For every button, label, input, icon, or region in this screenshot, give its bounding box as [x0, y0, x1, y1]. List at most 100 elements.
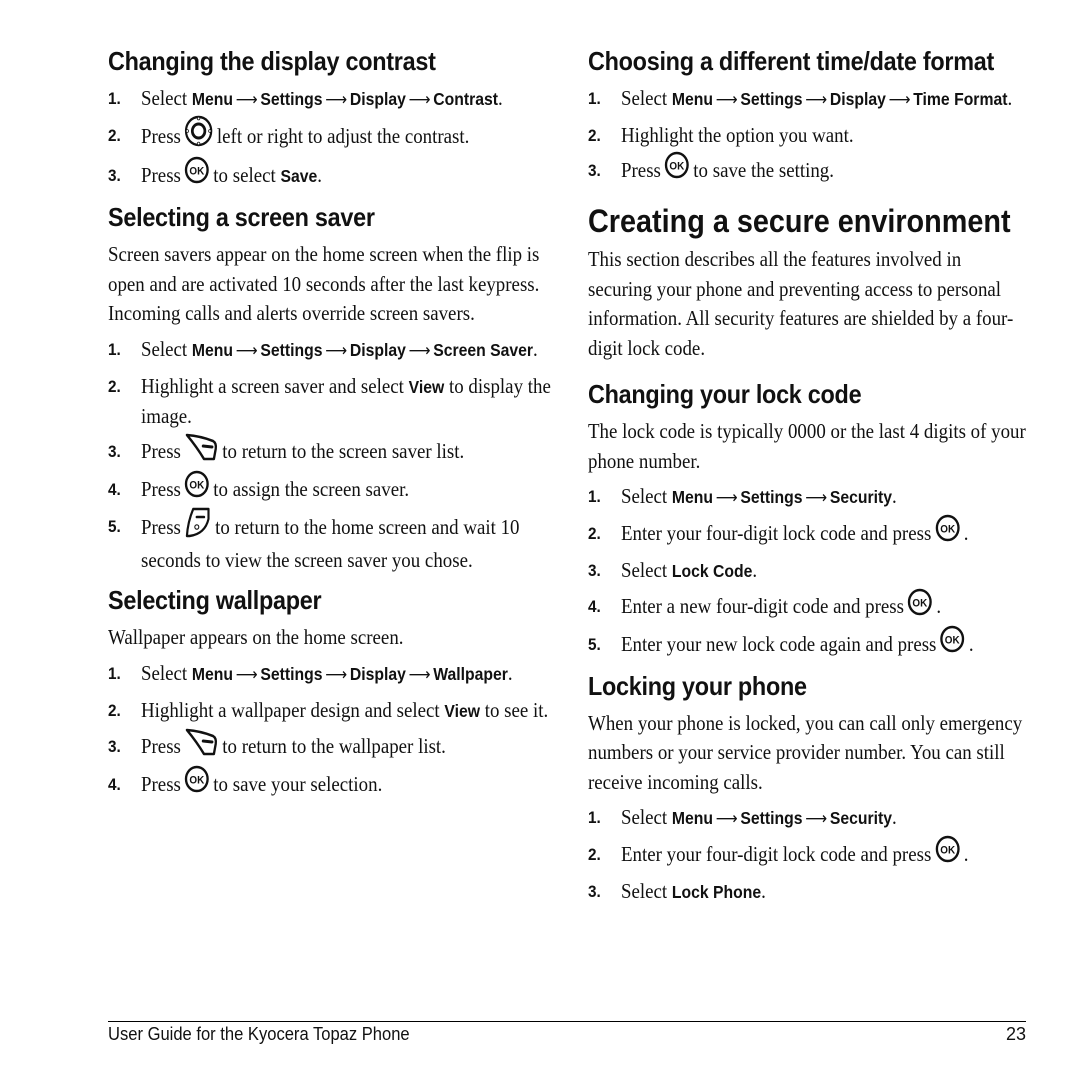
step-number: 3. [108, 166, 121, 185]
ui-label: Lock Phone [671, 882, 762, 903]
step-text-pre: Select [621, 484, 672, 509]
step-text-post: to assign the screen saver. [213, 476, 410, 501]
arrow-icon: ⟶ [715, 809, 738, 830]
step-number: 5. [108, 517, 121, 537]
steps-list: 1. Select Menu ⟶ Settings ⟶ Display ⟶ Contrast.… [108, 84, 558, 192]
step-text-post: to return to the screen saver list. [222, 438, 465, 463]
step-text: Select Lock Phone. [621, 877, 1035, 907]
menu-path-item: Contrast [433, 89, 498, 109]
step-number: 2. [108, 700, 121, 720]
step-number: 3. [588, 882, 601, 902]
step-item: 2. Highlight the option you want. [588, 121, 1038, 150]
step-text: Select Menu ⟶ Settings ⟶ Display ⟶ Wallpaper. [141, 659, 555, 690]
step-text: Enter a new four-digit code and press OK. [621, 588, 1035, 623]
arrow-icon: ⟶ [408, 340, 431, 361]
paragraph-secure-environment: This section describes all the features … [588, 247, 1014, 360]
step-item: 2. Highlight a screen saver and select Vi… [108, 372, 558, 431]
step-text: Press OK to save your selection. [141, 765, 555, 801]
step-text-pre: Select [621, 879, 672, 904]
menu-path-item: Settings [260, 663, 323, 684]
step-text-post: . [752, 558, 758, 583]
steps-list: 1. Select Menu ⟶ Settings ⟶ Security. 2. Enter … [588, 482, 1038, 661]
arrow-icon: ⟶ [805, 809, 828, 830]
menu-path-item: Menu [191, 663, 234, 684]
step-item: 5. Press to return to the home screen and … [108, 507, 558, 575]
step-text-post: to save your selection. [213, 771, 383, 796]
ok-key-icon: OK [935, 514, 960, 550]
step-text-pre: Highlight the option you want. [621, 123, 854, 147]
heading-lock-code: Changing your lock code [588, 379, 862, 410]
step-number: 3. [588, 161, 601, 180]
svg-text:OK: OK [940, 524, 955, 536]
step-item: 3. Press to return to the wallpaper list. [108, 728, 558, 764]
ui-label: Lock Code [671, 561, 753, 582]
step-text: Select Menu ⟶ Settings ⟶ Display ⟶ Screen Save… [141, 335, 555, 366]
step-item: 2. Enter your four-digit lock code and pr… [588, 836, 1038, 871]
step-text-post: to save the setting. [693, 158, 834, 182]
step-text-post: . [1007, 86, 1013, 110]
arrow-icon: ⟶ [235, 664, 258, 685]
ok-key-icon: OK [908, 588, 933, 624]
menu-path-item: Security [829, 808, 893, 829]
arrow-icon: ⟶ [805, 488, 828, 509]
step-item: 5. Enter your new lock code again and pre… [588, 625, 1038, 661]
step-text-pre: Select [141, 86, 192, 110]
step-text-pre: Press [141, 438, 181, 463]
svg-text:OK: OK [190, 775, 205, 787]
step-text-post: . [497, 86, 503, 110]
step-item: 4. Enter a new four-digit code and press O… [588, 588, 1038, 623]
arrow-icon: ⟶ [325, 90, 348, 110]
footer-title: User Guide for the Kyocera Topaz Phone [108, 1024, 410, 1044]
step-text-pre: Select [621, 86, 672, 110]
menu-path-item: Display [349, 89, 406, 109]
step-text-pre: Highlight a screen saver and select [141, 373, 409, 398]
section-wallpaper: Selecting wallpaper Wallpaper appears on… [108, 583, 558, 801]
menu-path-item: Screen Saver [433, 339, 534, 360]
section-screen-saver: Selecting a screen saver Screen savers a… [108, 200, 558, 575]
step-number: 4. [108, 774, 121, 794]
menu-path-item: Menu [191, 339, 234, 360]
step-text-post: . [936, 594, 942, 619]
svg-text:OK: OK [945, 635, 960, 647]
step-text-pre: Press [621, 158, 661, 182]
end-key-icon [185, 506, 212, 546]
step-text-pre: Press [141, 771, 181, 796]
arrow-icon: ⟶ [325, 340, 348, 361]
step-number: 2. [588, 524, 601, 544]
menu-path-item: Settings [740, 89, 803, 109]
step-text-pre: Select [621, 805, 672, 830]
menu-path-item: Display [829, 89, 886, 109]
back-key-icon [185, 726, 219, 764]
step-text-pre: Select [141, 336, 192, 361]
heading-time-format: Choosing a different time/date format [588, 46, 995, 76]
arrow-icon: ⟶ [805, 90, 828, 110]
step-number: 1. [108, 89, 121, 108]
svg-text:OK: OK [190, 166, 205, 178]
menu-path-item: Menu [671, 808, 714, 829]
step-item: 1. Select Menu ⟶ Settings ⟶ Display ⟶ Wallpaper… [108, 659, 558, 690]
step-number: 1. [588, 487, 601, 507]
step-item: 3. Press OK to save the setting. [588, 151, 1038, 187]
step-item: 4. Press OK to assign the screen saver. [108, 470, 558, 506]
steps-list: 1. Select Menu ⟶ Settings ⟶ Display ⟶ Time Form… [588, 84, 1038, 187]
step-text-post: . [761, 879, 766, 904]
step-text: Press to return to the home screen and wa… [141, 507, 555, 575]
ui-label: Save [280, 166, 318, 186]
step-text-pre: Highlight a wallpaper design and select [141, 697, 445, 722]
arrow-icon: ⟶ [888, 90, 911, 110]
step-number: 1. [588, 89, 601, 108]
step-text: Highlight the option you want. [621, 121, 1035, 150]
menu-path-item: Settings [740, 808, 803, 829]
step-text: Select Menu ⟶ Settings ⟶ Security. [621, 803, 1035, 834]
title-secure-environment: Creating a secure environment [588, 203, 1011, 240]
step-text-pre: Press [141, 476, 181, 501]
step-text-post: . [533, 336, 538, 361]
step-item: 3. Press to return to the screen saver lis… [108, 433, 558, 469]
step-number: 4. [108, 479, 121, 499]
step-item: 1. Select Menu ⟶ Settings ⟶ Display ⟶ Screen Sa… [108, 335, 558, 366]
step-text: Press to return to the screen saver list. [141, 433, 555, 469]
step-item: 2. Enter your four-digit lock code and pr… [588, 515, 1038, 550]
step-text-post: to see it. [479, 697, 549, 722]
page-number: 23 [1005, 1024, 1026, 1044]
svg-text:OK: OK [670, 161, 685, 173]
